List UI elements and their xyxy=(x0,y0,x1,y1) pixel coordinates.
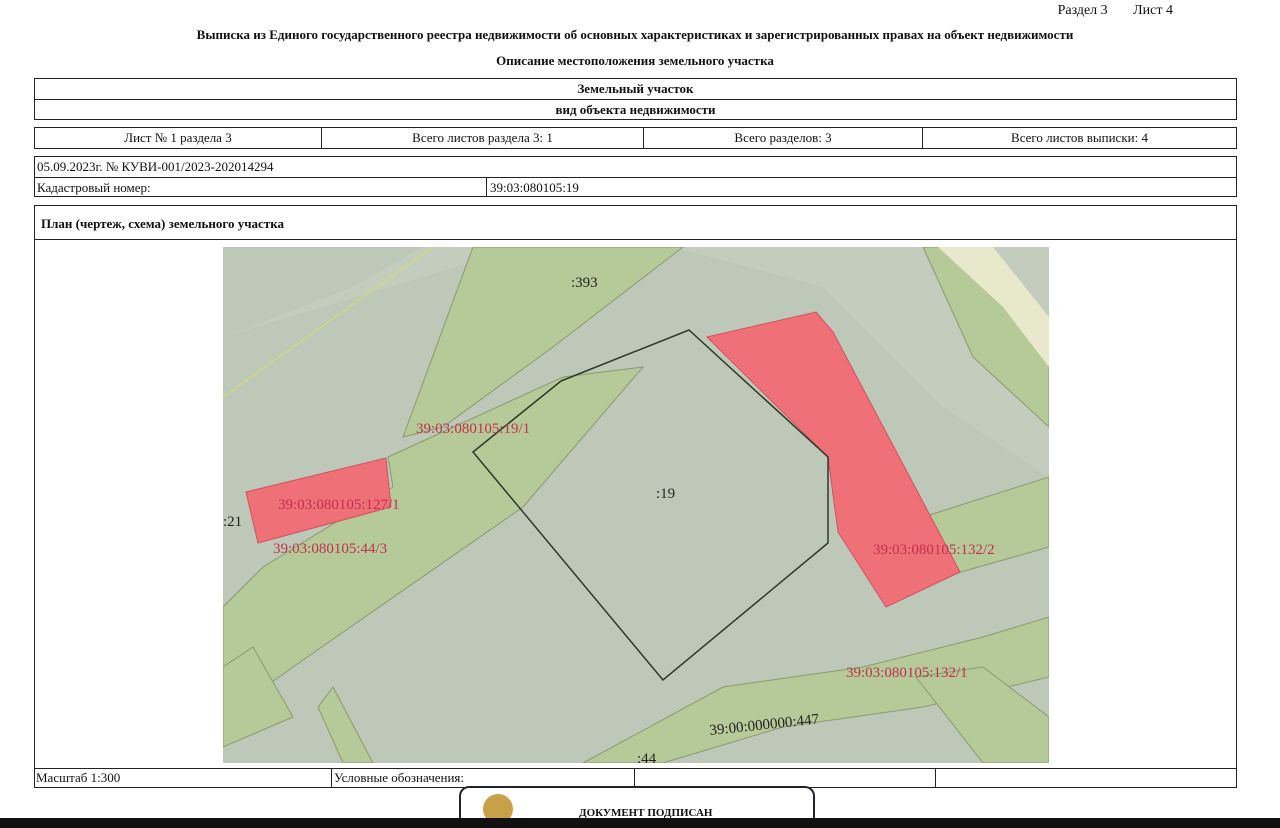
sheet-number-cell: Лист № 1 раздела 3 xyxy=(35,128,322,148)
object-kind-label: вид объекта недвижимости xyxy=(555,102,716,117)
object-name: Земельный участок xyxy=(35,79,1236,100)
document-title: Выписка из Единого государственного реес… xyxy=(196,27,1074,42)
label-44-3: 39:03:080105:44/3 xyxy=(273,541,387,557)
label-127-1: 39:03:080105:127/1 xyxy=(278,497,400,513)
scale-cell: Масштаб 1:300 xyxy=(35,769,332,787)
label-19-1: 39:03:080105:19/1 xyxy=(416,421,530,437)
sheets-info-row: Лист № 1 раздела 3 Всего листов раздела … xyxy=(34,127,1237,149)
total-sections-cell: Всего разделов: 3 xyxy=(644,128,923,148)
map-drawing: :393 39:03:080105:19/1 :19 39:03:080105:… xyxy=(223,247,1049,763)
bottom-bar xyxy=(0,818,1280,828)
record-date-number: 05.09.2023г. № КУВИ-001/2023-202014294 xyxy=(35,157,1236,178)
label-393: :393 xyxy=(571,275,598,291)
label-21: :21 xyxy=(223,514,242,530)
section-number: Раздел 3 xyxy=(1057,3,1108,18)
object-type-block: Земельный участок вид объекта недвижимос… xyxy=(34,78,1237,120)
total-extract-sheets-cell: Всего листов выписки: 4 xyxy=(1011,130,1148,145)
footer-empty-cell-1 xyxy=(635,769,936,787)
sheet-header: Раздел 3 Лист 4 xyxy=(1036,3,1173,19)
legend-cell: Условные обозначения: xyxy=(332,769,635,787)
document-subtitle: Описание местоположения земельного участ… xyxy=(496,53,774,68)
footer-empty-cell-2 xyxy=(936,769,1236,787)
cadastral-label: Кадастровый номер: xyxy=(37,180,151,195)
label-132-2: 39:03:080105:132/2 xyxy=(873,542,995,558)
footer-row: Масштаб 1:300 Условные обозначения: xyxy=(34,768,1237,788)
cadastral-value: 39:03:080105:19 xyxy=(486,178,579,197)
total-section-sheets-cell: Всего листов раздела 3: 1 xyxy=(322,128,644,148)
label-19: :19 xyxy=(656,486,675,502)
record-block: 05.09.2023г. № КУВИ-001/2023-202014294 К… xyxy=(34,156,1237,197)
plan-title: План (чертеж, схема) земельного участка xyxy=(35,206,1236,240)
sheet-number: Лист 4 xyxy=(1133,3,1173,18)
parcel-map: :393 39:03:080105:19/1 :19 39:03:080105:… xyxy=(223,247,1049,763)
label-132-1: 39:03:080105:132/1 xyxy=(846,665,968,681)
label-44: :44 xyxy=(637,751,657,763)
